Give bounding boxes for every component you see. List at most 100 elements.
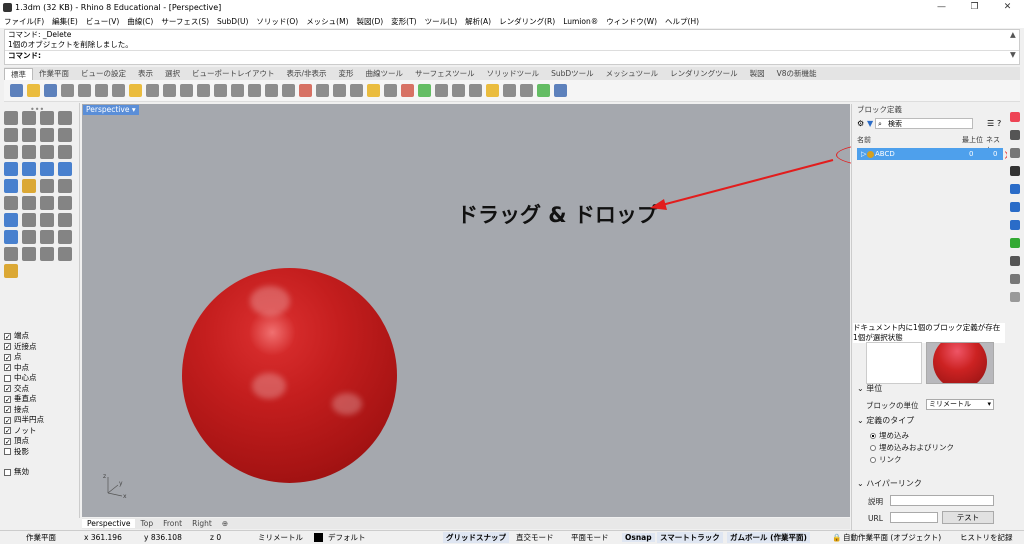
checkbox[interactable]: ✓ <box>4 395 11 403</box>
named-views-icon[interactable] <box>1010 256 1020 266</box>
menu-item[interactable]: Lumion® <box>563 17 598 26</box>
list-view-icon[interactable]: ☰ <box>987 119 994 128</box>
filter-icon[interactable]: ▼ <box>867 119 873 128</box>
rotate-view-icon[interactable] <box>265 84 278 97</box>
toolbar-tab[interactable]: サーフェスツール <box>409 68 481 79</box>
zoom-selected-icon[interactable] <box>248 84 261 97</box>
osnap-option[interactable]: 中心点 <box>4 373 78 384</box>
checkbox[interactable]: ✓ <box>4 437 11 445</box>
select-icon[interactable] <box>350 84 363 97</box>
test-button[interactable]: テスト <box>942 511 994 524</box>
join-icon[interactable] <box>40 196 54 210</box>
car-icon[interactable] <box>299 84 312 97</box>
arc-icon[interactable] <box>22 128 36 142</box>
osnap-option[interactable]: ✓ ノット <box>4 426 78 437</box>
osnap-option[interactable]: ✓ 頂点 <box>4 436 78 447</box>
command-scrollbar[interactable]: ▲ ▼ <box>1007 30 1017 59</box>
pan-icon[interactable] <box>163 84 176 97</box>
cut-icon[interactable] <box>95 84 108 97</box>
units-section[interactable]: ⌄ 単位 <box>857 383 882 394</box>
lock-icon[interactable] <box>384 84 397 97</box>
url-input[interactable] <box>890 512 938 523</box>
block-row-abcd[interactable]: ▷ ABCD 0 0 <box>857 148 1003 160</box>
select-arrow-icon[interactable] <box>4 111 18 125</box>
toolbar-tab[interactable]: SubDツール <box>545 68 600 79</box>
type-section[interactable]: ⌄ 定義のタイプ <box>857 415 914 426</box>
save-icon[interactable] <box>44 84 57 97</box>
checkbox[interactable] <box>4 448 11 456</box>
help-icon[interactable] <box>554 84 567 97</box>
scale-tool-icon[interactable] <box>40 213 54 227</box>
grid-snap-toggle[interactable]: グリッドスナップ <box>443 532 509 543</box>
snapshots-icon[interactable] <box>1010 274 1020 284</box>
environment-icon[interactable] <box>1010 238 1020 248</box>
render-icon[interactable] <box>469 84 482 97</box>
command-prompt[interactable]: コマンド: <box>5 50 1019 60</box>
toolbar-tab[interactable]: 変形 <box>333 68 360 79</box>
new-file-icon[interactable] <box>10 84 23 97</box>
viewport-tab[interactable]: Perspective <box>82 519 136 528</box>
polyline-icon[interactable] <box>40 111 54 125</box>
color-wheel-icon[interactable] <box>418 84 431 97</box>
checkbox[interactable]: ✓ <box>4 385 11 393</box>
text-icon[interactable] <box>4 247 18 261</box>
menu-item[interactable]: SubD(U) <box>217 17 248 26</box>
menu-item[interactable]: 製図(D) <box>357 16 384 27</box>
zoom-extents-icon[interactable] <box>231 84 244 97</box>
material-icon[interactable] <box>537 84 550 97</box>
clipboard-icon[interactable] <box>78 84 91 97</box>
dimension-icon[interactable] <box>58 230 72 244</box>
menu-item[interactable]: 編集(E) <box>52 16 78 27</box>
mesh-icon[interactable] <box>58 162 72 176</box>
viewport-tab[interactable]: Right <box>187 519 217 528</box>
checkbox[interactable] <box>4 374 11 382</box>
brush-icon[interactable] <box>486 84 499 97</box>
fillet-icon[interactable] <box>40 179 54 193</box>
copy-icon[interactable] <box>112 84 125 97</box>
options-icon[interactable] <box>520 84 533 97</box>
sphere-icon[interactable] <box>22 162 36 176</box>
block-add-icon[interactable]: ⚙ <box>857 119 864 128</box>
camera-icon[interactable] <box>316 84 329 97</box>
toolbar-tab[interactable]: V8の新機能 <box>771 68 823 79</box>
light-bulb-icon[interactable] <box>367 84 380 97</box>
help-icon[interactable]: ? <box>997 119 1001 128</box>
zoom-icon[interactable] <box>197 84 210 97</box>
rectangle-icon[interactable] <box>58 128 72 142</box>
toolbar-tab[interactable]: 表示 <box>132 68 159 79</box>
checkbox[interactable] <box>4 468 11 476</box>
osnap-option[interactable]: ✓ 端点 <box>4 331 78 342</box>
boolean-icon[interactable] <box>58 196 72 210</box>
status-units[interactable]: ミリメートル <box>258 532 303 543</box>
material-tool-icon[interactable] <box>4 264 18 278</box>
planar-toggle[interactable]: 平面モード <box>571 532 609 543</box>
gumball-toggle[interactable]: ガムボール (作業平面) <box>727 532 810 543</box>
col-name[interactable]: 名前 <box>857 136 871 144</box>
viewport-label[interactable]: Perspective ▾ <box>83 105 139 115</box>
undo-icon[interactable] <box>146 84 159 97</box>
block-search-input[interactable]: ⌕ 検索 <box>875 117 973 129</box>
expand-icon[interactable]: ▷ <box>861 148 866 160</box>
four-view-icon[interactable] <box>282 84 295 97</box>
checkbox[interactable]: ✓ <box>4 332 11 340</box>
menu-item[interactable]: ウィンドウ(W) <box>606 16 657 27</box>
osnap-option[interactable]: 投影 <box>4 447 78 458</box>
mirror-tool-icon[interactable] <box>58 213 72 227</box>
surface-icon[interactable] <box>22 145 36 159</box>
menu-item[interactable]: メッシュ(M) <box>306 16 348 27</box>
osnap-option[interactable]: ✓ 接点 <box>4 405 78 416</box>
osnap-option[interactable]: ✓ 垂直点 <box>4 394 78 405</box>
viewport-tab[interactable]: Front <box>158 519 187 528</box>
minimize-icon[interactable]: — <box>925 0 958 14</box>
color-icon[interactable] <box>1010 112 1020 122</box>
box-icon[interactable] <box>4 162 18 176</box>
status-cplane[interactable]: 作業平面 <box>26 532 56 543</box>
materials-icon[interactable] <box>1010 202 1020 212</box>
toolbar-tab[interactable]: ビューポートレイアウト <box>186 68 281 79</box>
extrude-icon[interactable] <box>40 145 54 159</box>
maximize-icon[interactable]: ❐ <box>958 0 991 14</box>
layers-icon[interactable] <box>1010 130 1020 140</box>
cplane-icon[interactable] <box>333 84 346 97</box>
checkbox[interactable]: ✓ <box>4 416 11 424</box>
point-icon[interactable] <box>22 111 36 125</box>
